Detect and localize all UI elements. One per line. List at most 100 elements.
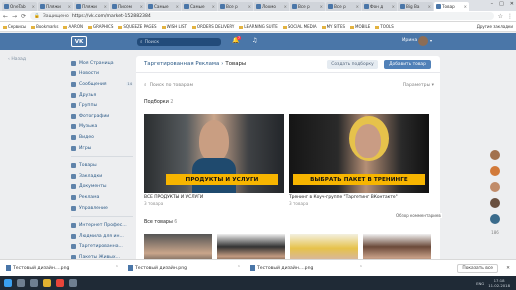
user-name[interactable]: Ирина <box>402 38 417 43</box>
sidebar-item[interactable]: Реклама <box>71 192 133 203</box>
taskbar-app-icon[interactable] <box>17 279 25 287</box>
browser-tab[interactable]: Пляжи × <box>74 2 109 11</box>
sidebar-group-link[interactable]: Таргетированна... <box>71 242 133 253</box>
bookmark-item[interactable]: AARON <box>63 24 83 29</box>
forward-arrow-icon[interactable]: → <box>12 13 17 20</box>
sidebar-group-link[interactable]: Интернет Профес... <box>71 220 133 231</box>
browser-tab[interactable]: Фон д × <box>362 2 397 11</box>
close-tab-icon[interactable]: × <box>68 4 71 9</box>
folder-icon[interactable] <box>43 279 51 287</box>
sidebar-item[interactable]: Закладки <box>71 171 133 182</box>
sidebar-item[interactable]: Товары <box>71 160 133 171</box>
bookmark-item[interactable]: WISH LIST <box>161 24 187 29</box>
download-item[interactable]: Тестовый дизайн....png ˄ <box>250 265 362 271</box>
bookmark-item[interactable]: SQUEEZE PAGES <box>118 24 157 29</box>
taskbar-app-icon[interactable] <box>69 279 77 287</box>
sidebar-item[interactable]: Видео <box>71 132 133 143</box>
avatar[interactable] <box>490 166 500 176</box>
music-icon[interactable]: ♫ <box>252 37 257 44</box>
sidebar-item[interactable]: Музыка <box>71 122 133 133</box>
reload-icon[interactable]: ⟳ <box>21 13 26 20</box>
browser-tab[interactable]: Все р × <box>290 2 325 11</box>
close-tab-icon[interactable]: × <box>428 4 431 9</box>
browser-tab[interactable]: Все р × <box>326 2 361 11</box>
bookmark-item[interactable]: Сервисы <box>3 24 26 29</box>
close-tab-icon[interactable]: × <box>320 4 323 9</box>
close-tab-icon[interactable]: × <box>356 4 359 9</box>
close-tab-icon[interactable]: × <box>392 4 395 9</box>
close-tab-icon[interactable]: × <box>248 4 251 9</box>
close-icon[interactable]: ✕ <box>506 266 510 271</box>
browser-tab[interactable]: Лохмо × <box>254 2 289 11</box>
sidebar-item[interactable]: Друзья <box>71 90 133 101</box>
bookmark-item[interactable]: ORDERS DELIVERY <box>191 24 234 29</box>
sidebar-item[interactable]: Новости <box>71 69 133 80</box>
back-arrow-icon[interactable]: ← <box>3 13 8 20</box>
close-tab-icon[interactable]: × <box>212 4 215 9</box>
other-bookmarks[interactable]: Другие закладки <box>477 24 513 29</box>
star-icon[interactable]: ☆ <box>498 13 503 20</box>
url-field[interactable]: 🔒 Защищено https://vk.com/market-1528823… <box>30 12 494 20</box>
maximize-icon[interactable]: □ <box>499 1 504 7</box>
language-indicator[interactable]: ENG <box>476 281 484 286</box>
collection-title[interactable]: Тренинг в Коуч-группе "Таргетинг ВКонтак… <box>289 195 398 200</box>
close-tab-icon[interactable]: × <box>284 4 287 9</box>
browser-tab[interactable]: Все р × <box>218 2 253 11</box>
browser-tab[interactable]: Самые × <box>182 2 217 11</box>
bookmark-item[interactable]: TOOLS <box>375 24 394 29</box>
close-icon[interactable]: ✕ <box>510 1 514 7</box>
close-tab-icon[interactable]: × <box>176 4 179 9</box>
chrome-icon[interactable] <box>56 279 64 287</box>
chevron-up-icon[interactable]: ˄ <box>238 266 240 271</box>
menu-icon[interactable]: ⋮ <box>507 13 513 20</box>
bookmark-item[interactable]: LEARNING SUITE <box>239 24 278 29</box>
browser-tab[interactable]: OneTab × <box>2 2 37 11</box>
avatar[interactable] <box>490 198 500 208</box>
collection-title[interactable]: ВСЕ ПРОДУКТЫ И УСЛУГИ <box>144 195 203 200</box>
browser-tab[interactable]: Писем × <box>110 2 145 11</box>
add-product-button[interactable]: Добавить товар <box>384 60 431 69</box>
sidebar-group-link[interactable]: Людмила для ин... <box>71 231 133 242</box>
avatar[interactable] <box>490 150 500 160</box>
chevron-up-icon[interactable]: ˄ <box>116 266 118 271</box>
breadcrumb-parent[interactable]: Таргетированная Реклама <box>144 61 219 67</box>
vk-logo[interactable]: VK <box>71 36 87 47</box>
sidebar-item[interactable]: Сообщения 14 <box>71 79 133 90</box>
vk-search-input[interactable]: ⌕ Поиск <box>137 38 221 46</box>
sidebar-item[interactable]: Документы <box>71 182 133 193</box>
avatar[interactable] <box>490 182 500 192</box>
browser-tab[interactable]: Big Ba × <box>398 2 433 11</box>
back-link[interactable]: ‹ Назад <box>8 57 26 62</box>
sidebar-icon <box>71 71 76 77</box>
start-icon[interactable] <box>4 279 12 287</box>
close-tab-icon[interactable]: × <box>140 4 143 9</box>
sidebar-item[interactable]: Управление <box>71 203 133 214</box>
browser-tab[interactable]: Пляжи × <box>38 2 73 11</box>
browser-tab[interactable]: Товар × <box>434 2 469 11</box>
close-tab-icon[interactable]: × <box>464 4 467 9</box>
close-tab-icon[interactable]: × <box>32 4 35 9</box>
chevron-up-icon[interactable]: ˄ <box>360 266 362 271</box>
params-dropdown[interactable]: Параметры ▾ <box>403 83 434 88</box>
sidebar-item[interactable]: Фотографии <box>71 111 133 122</box>
taskbar-app-icon[interactable] <box>30 279 38 287</box>
bookmark-item[interactable]: GRAPHICS <box>87 24 113 29</box>
bookmark-item[interactable]: SOCIAL MEDIA <box>282 24 317 29</box>
create-album-button[interactable]: Создать подборку <box>327 60 378 69</box>
sidebar-item[interactable]: Игры <box>71 143 133 154</box>
download-item[interactable]: Тестовый дизайн....png ˄ <box>6 265 118 271</box>
close-tab-icon[interactable]: × <box>104 4 107 9</box>
product-search-input[interactable]: Поиск по товарам <box>150 83 194 88</box>
sidebar-item[interactable]: Группы <box>71 100 133 111</box>
download-item[interactable]: Тестовый дизайн.png ˄ <box>128 265 240 271</box>
sidebar-item[interactable]: Моя Страница <box>71 58 133 69</box>
bookmark-item[interactable]: Bookmarks <box>31 24 58 29</box>
show-all-downloads-button[interactable]: Показать все <box>457 263 498 273</box>
bookmark-item[interactable]: MY SITES <box>321 24 345 29</box>
avatar[interactable] <box>418 36 428 46</box>
avatar[interactable] <box>490 214 500 224</box>
chevron-down-icon[interactable]: ▾ <box>430 38 432 43</box>
bookmark-item[interactable]: MOBILE <box>350 24 370 29</box>
minimize-icon[interactable]: – <box>491 1 494 7</box>
browser-tab[interactable]: Самые × <box>146 2 181 11</box>
